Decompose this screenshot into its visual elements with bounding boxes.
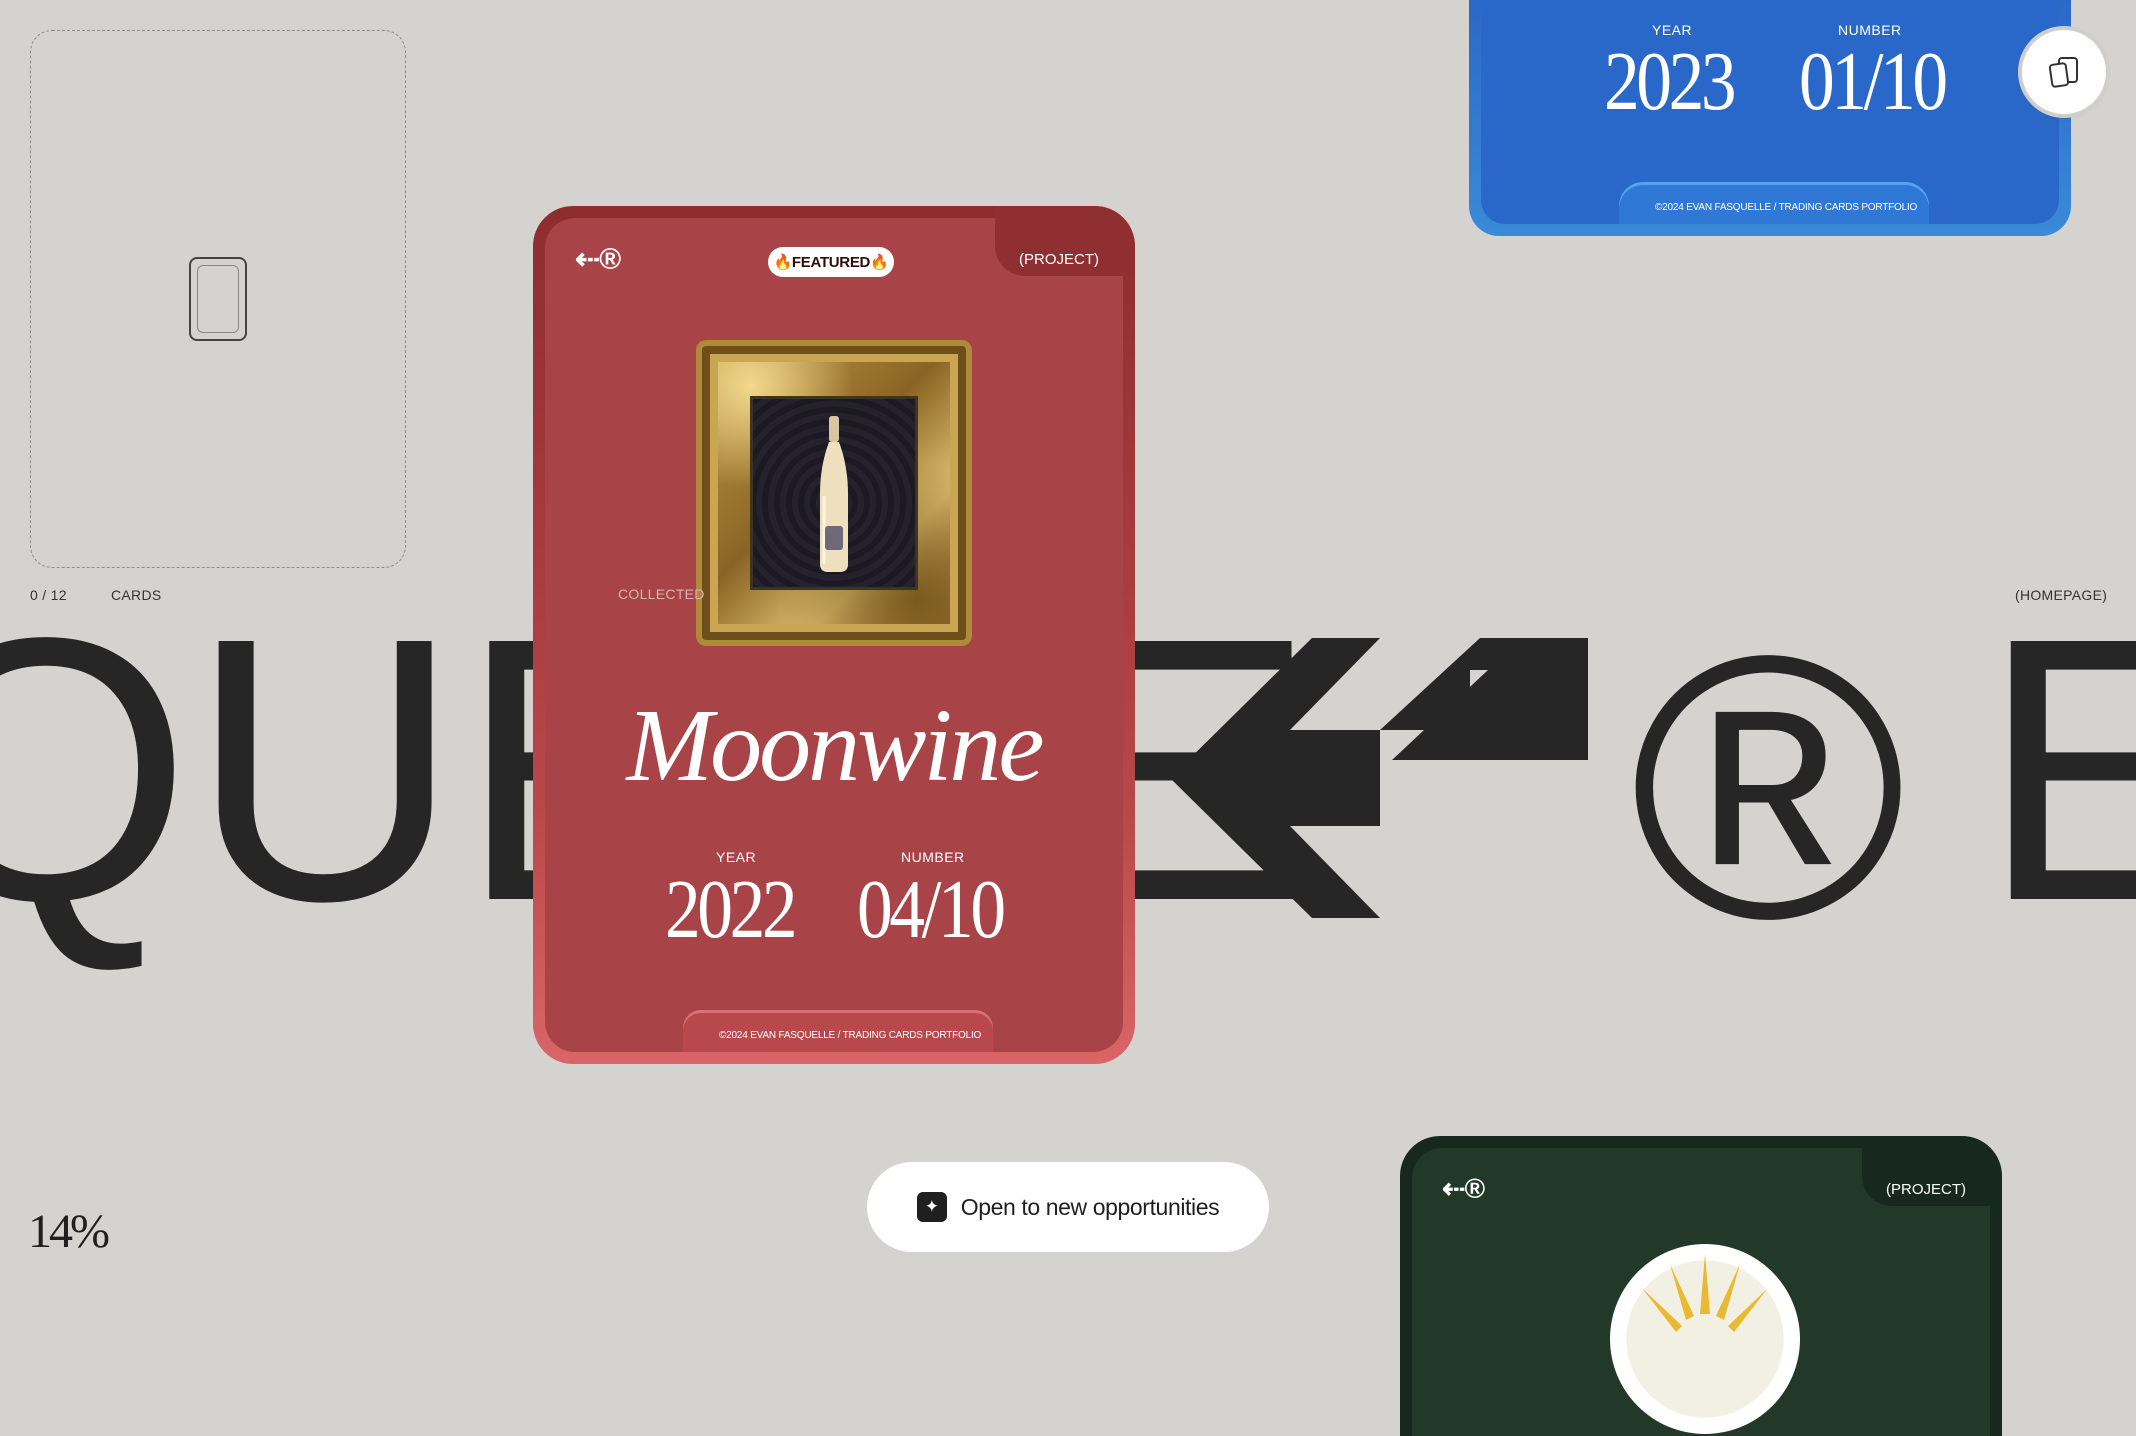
cards-label: CARDS (111, 587, 162, 603)
marquee-tail-text: E (1980, 561, 2136, 979)
collected-label: COLLECTED (618, 586, 705, 602)
project-tag: (PROJECT) (1886, 1181, 1966, 1198)
project-card-top[interactable]: YEAR 2023 NUMBER 01/10 ©2024 EVAN FASQUE… (1469, 0, 2071, 236)
card-outline-icon (189, 257, 247, 341)
open-to-opportunities-button[interactable]: ✦ Open to new opportunities (867, 1162, 1269, 1252)
cards-stack-icon (2048, 57, 2078, 88)
wine-bottle-icon (820, 416, 848, 572)
card-logo: ⇠® (575, 243, 621, 276)
featured-badge: 🔥FEATURED🔥 (768, 247, 894, 277)
artwork-canvas (750, 396, 918, 590)
number-value: 01/10 (1799, 35, 1948, 128)
sun-artwork (1610, 1244, 1800, 1434)
framed-artwork (696, 340, 972, 646)
card-collection-slot[interactable] (30, 30, 406, 568)
cta-label: Open to new opportunities (960, 1193, 1220, 1220)
homepage-link[interactable]: (HOMEPAGE) (2015, 587, 2107, 603)
card-logo: ⇠® (1442, 1173, 1485, 1204)
card-copyright: ©2024 EVAN FASQUELLE / TRADING CARDS POR… (1655, 202, 1918, 213)
cards-view-button[interactable] (2022, 30, 2106, 114)
year-value: 2023 (1604, 35, 1737, 128)
number-value: 04/10 (857, 863, 1006, 956)
logo-arrow-icon (1170, 638, 1588, 918)
sparkle-icon: ✦ (916, 1192, 947, 1222)
sunburst-icon (1642, 1254, 1768, 1332)
year-value: 2022 (665, 863, 798, 956)
marquee-registered-mark: ® (1630, 579, 1906, 997)
featured-project-card[interactable]: ⇠® 🔥FEATURED🔥 (PROJECT) COLLECTED Moonwi… (533, 206, 1135, 1064)
project-card-bottom[interactable]: ⇠® (PROJECT) (1400, 1136, 2002, 1436)
card-title: Moonwine (626, 688, 1044, 803)
loading-progress: 14% (28, 1205, 110, 1258)
cards-counter: 0 / 12 (30, 587, 67, 603)
project-tag: (PROJECT) (1019, 251, 1099, 268)
card-copyright: ©2024 EVAN FASQUELLE / TRADING CARDS POR… (719, 1030, 982, 1041)
